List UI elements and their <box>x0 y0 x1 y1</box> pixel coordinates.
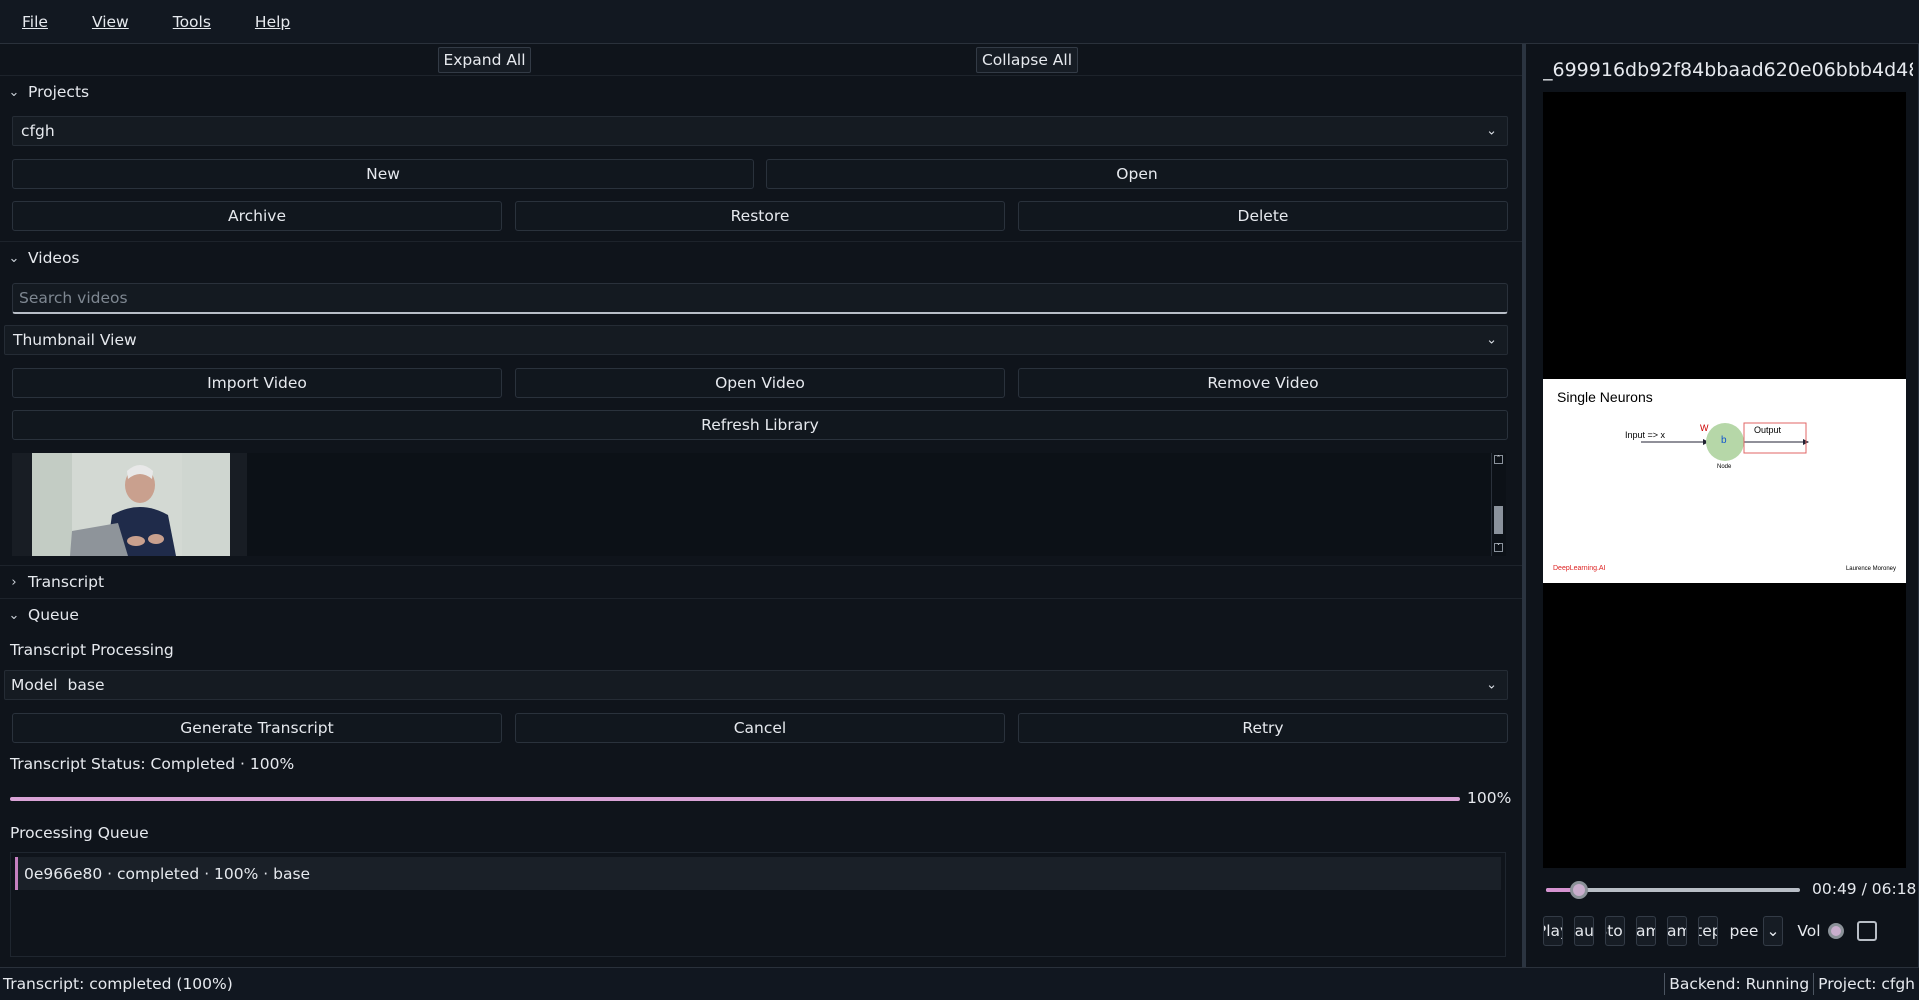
chevron-down-icon: ⌄ <box>1486 677 1497 693</box>
video-player-panel: _699916db92f84bbaad620e06bbb4d481_l Sing… <box>1522 44 1919 967</box>
projects-section-header[interactable]: ⌄ Projects <box>0 75 1523 108</box>
open-project-button[interactable]: Open <box>766 159 1508 189</box>
left-panel: Expand All Collapse All ⌄ Projects cfgh … <box>0 44 1523 967</box>
volume-label: Vol <box>1797 922 1821 940</box>
slide-input-label: Input => x <box>1625 430 1666 440</box>
open-video-button[interactable]: Open Video <box>515 368 1005 398</box>
speed-select[interactable]: ⌄ <box>1763 916 1783 946</box>
transcript-status-label: Transcript Status: Completed · 100% <box>10 755 295 773</box>
menu-view[interactable]: View <box>70 13 151 31</box>
frame-forward-button[interactable]: Frame <box>1667 916 1687 946</box>
steps-button[interactable]: Steps <box>1698 916 1718 946</box>
videos-header-label: Videos <box>28 249 80 267</box>
seek-handle[interactable] <box>1570 881 1589 899</box>
playback-time: 00:49 / 06:18 <box>1812 880 1917 898</box>
stop-button[interactable]: Stop <box>1605 916 1625 946</box>
refresh-library-button[interactable]: Refresh Library <box>12 410 1508 440</box>
video-thumbnail-image <box>32 453 230 556</box>
menu-bar: File View Tools Help <box>0 0 1919 44</box>
model-select[interactable]: Model base ⌄ <box>4 670 1508 700</box>
restore-project-button[interactable]: Restore <box>515 201 1005 231</box>
generate-transcript-button[interactable]: Generate Transcript <box>12 713 502 743</box>
model-label: Model <box>11 676 58 694</box>
chevron-down-icon: ⌄ <box>8 84 20 100</box>
video-library <box>12 453 1506 556</box>
videos-section-header[interactable]: ⌄ Videos <box>0 241 1523 274</box>
transcript-progress-bar <box>10 797 1460 801</box>
new-project-button[interactable]: New <box>12 159 754 189</box>
slide-weight-label: W <box>1700 423 1709 433</box>
processing-queue-list: 0e966e80 · completed · 100% · base <box>10 852 1506 957</box>
video-frame-slide: Single Neurons Input => x W b Output Nod… <box>1543 379 1906 583</box>
processing-queue-label: Processing Queue <box>10 824 149 842</box>
archive-project-button[interactable]: Archive <box>12 201 502 231</box>
cancel-button[interactable]: Cancel <box>515 713 1005 743</box>
chevron-up-icon[interactable]: ˄ <box>1494 455 1503 464</box>
queue-item[interactable]: 0e966e80 · completed · 100% · base <box>15 857 1501 890</box>
view-mode-select[interactable]: Thumbnail View ⌄ <box>4 325 1508 355</box>
expand-all-button[interactable]: Expand All <box>438 47 531 73</box>
scrollbar-thumb[interactable] <box>1494 506 1503 534</box>
status-project: Project: cfgh <box>1813 973 1919 995</box>
menu-tools[interactable]: Tools <box>151 13 233 31</box>
status-bar: Transcript: completed (100%) Backend: Ru… <box>0 967 1919 1000</box>
menu-file[interactable]: File <box>0 13 70 31</box>
queue-section-header[interactable]: ⌄ Queue <box>0 598 1523 631</box>
retry-button[interactable]: Retry <box>1018 713 1508 743</box>
video-thumbnail[interactable] <box>12 453 247 556</box>
project-select-value: cfgh <box>21 122 55 140</box>
remove-video-button[interactable]: Remove Video <box>1018 368 1508 398</box>
project-select[interactable]: cfgh ⌄ <box>12 116 1508 146</box>
transcript-processing-label: Transcript Processing <box>10 641 174 659</box>
search-videos-input[interactable]: Search videos <box>12 283 1508 314</box>
pause-button[interactable]: Paus <box>1574 916 1594 946</box>
model-value: base <box>67 676 105 694</box>
slide-node-label: Node <box>1717 464 1732 470</box>
chevron-down-icon: ⌄ <box>1766 922 1780 940</box>
chevron-right-icon: › <box>11 574 17 590</box>
play-button[interactable]: Play <box>1543 916 1563 946</box>
queue-header-label: Queue <box>28 606 79 624</box>
projects-header-label: Projects <box>28 83 90 101</box>
video-display[interactable]: Single Neurons Input => x W b Output Nod… <box>1543 92 1906 868</box>
menu-help[interactable]: Help <box>233 13 312 31</box>
chevron-down-icon: ⌄ <box>8 607 20 623</box>
transcript-header-label: Transcript <box>28 573 105 591</box>
chevron-down-icon[interactable]: ˅ <box>1494 543 1503 552</box>
slide-bias-label: b <box>1721 435 1727 446</box>
chevron-down-icon: ⌄ <box>8 250 20 266</box>
status-transcript: Transcript: completed (100%) <box>3 975 233 993</box>
view-mode-value: Thumbnail View <box>13 331 137 349</box>
collapse-all-button[interactable]: Collapse All <box>976 47 1078 73</box>
transcript-section-header[interactable]: › Transcript <box>0 565 1523 598</box>
delete-project-button[interactable]: Delete <box>1018 201 1508 231</box>
status-backend: Backend: Running <box>1664 973 1813 995</box>
fullscreen-icon[interactable] <box>1857 921 1877 941</box>
video-title: _699916db92f84bbaad620e06bbb4d481_l <box>1543 59 1913 81</box>
chevron-down-icon: ⌄ <box>1486 332 1497 348</box>
import-video-button[interactable]: Import Video <box>12 368 502 398</box>
slide-brand-logo: DeepLearning.AI <box>1553 565 1606 572</box>
slide-output-label: Output <box>1754 425 1782 435</box>
frame-back-button[interactable]: Frame <box>1636 916 1656 946</box>
slide-author-label: Laurence Moroney <box>1845 566 1896 572</box>
progress-percent-label: 100% <box>1467 789 1512 807</box>
volume-handle[interactable] <box>1828 923 1844 939</box>
speed-label: Speed <box>1729 922 1759 940</box>
chevron-down-icon: ⌄ <box>1486 123 1497 139</box>
library-scrollbar[interactable]: ˄ ˅ <box>1491 453 1505 556</box>
